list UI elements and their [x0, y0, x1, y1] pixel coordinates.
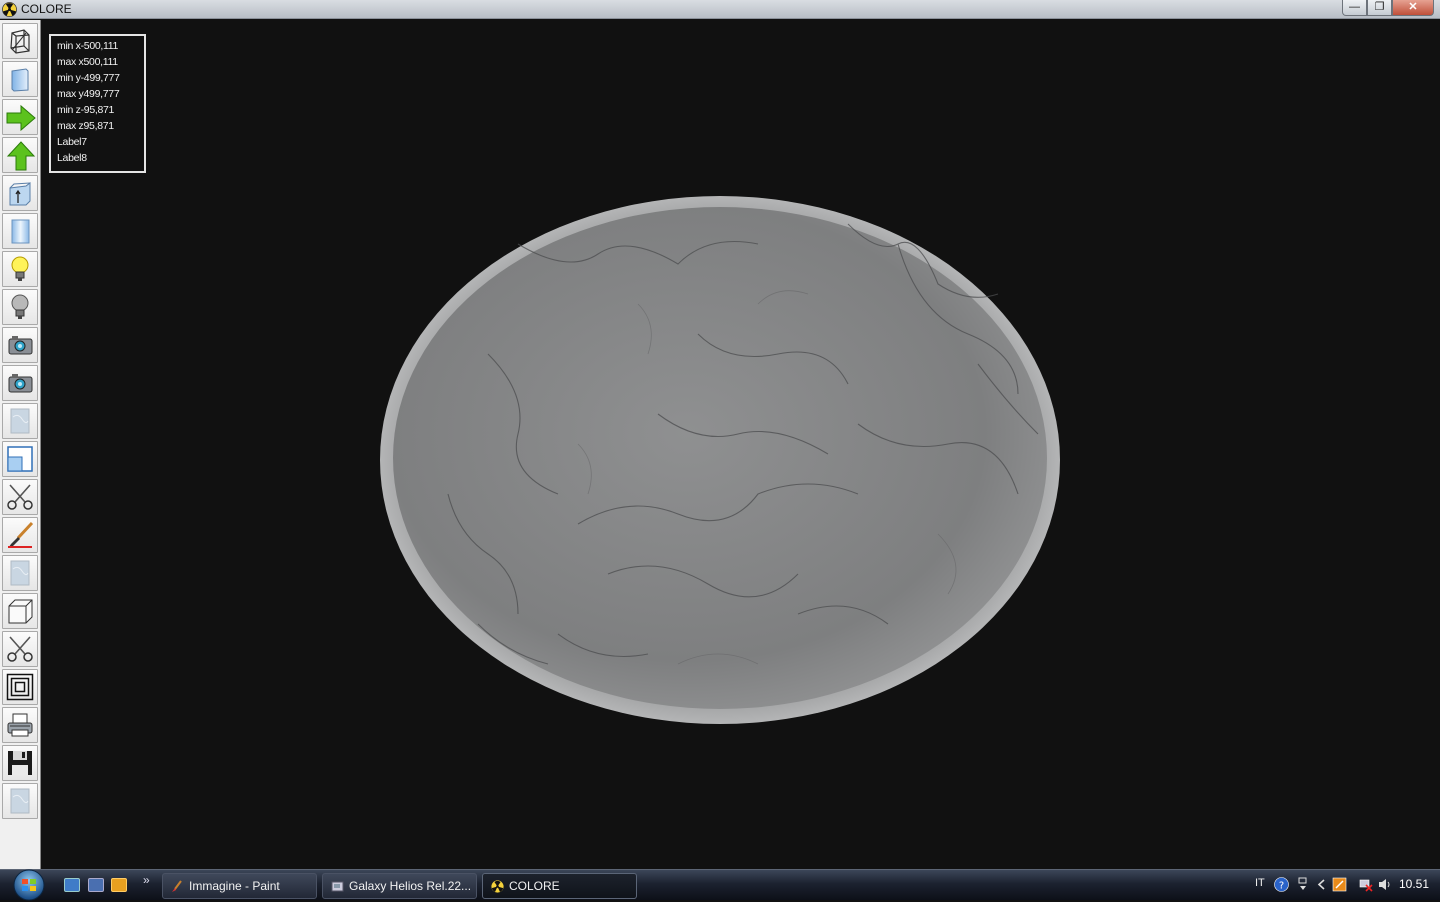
scissors-icon[interactable]: [2, 479, 38, 515]
task-label: Immagine - Paint: [189, 879, 280, 893]
clock[interactable]: 10.51: [1399, 877, 1429, 891]
title-bar: COLORE — ❐ ✕: [0, 0, 1440, 19]
close-button[interactable]: ✕: [1392, 0, 1434, 16]
green-arrow-right-icon[interactable]: [2, 99, 38, 135]
minimize-button[interactable]: —: [1342, 0, 1367, 16]
language-indicator[interactable]: IT: [1255, 877, 1265, 889]
max-z-label: max z95,871: [57, 120, 114, 132]
task-label: Galaxy Helios Rel.22...: [349, 879, 472, 893]
wireframe-box-icon[interactable]: [2, 23, 38, 59]
min-y-label: min y-499,777: [57, 72, 120, 84]
texture-disabled-icon[interactable]: [2, 783, 38, 819]
texture-disabled-icon[interactable]: [2, 403, 38, 439]
network-icon[interactable]: [1296, 877, 1311, 892]
show-desktop-icon[interactable]: [64, 878, 80, 892]
switch-windows-icon[interactable]: [88, 878, 104, 892]
media-player-icon[interactable]: [111, 878, 127, 892]
min-x-label: min x-500,111: [57, 40, 119, 52]
paint-app-icon: [172, 880, 182, 892]
network-disconnected-icon[interactable]: [1358, 877, 1373, 892]
galaxy-app-icon: [331, 881, 344, 892]
solid-panel-icon[interactable]: [2, 61, 38, 97]
chevron-left-icon[interactable]: [1314, 877, 1329, 892]
security-alert-icon[interactable]: [1332, 877, 1347, 892]
volume-icon[interactable]: [1377, 877, 1392, 892]
floppy-disk-icon[interactable]: [2, 745, 38, 781]
svg-text:?: ?: [1279, 881, 1284, 892]
label8: Label8: [57, 152, 87, 164]
marble-plate-model: [380, 196, 1060, 724]
task-label: COLORE: [509, 879, 560, 893]
label7: Label7: [57, 136, 87, 148]
max-y-label: max y499,777: [57, 88, 120, 100]
min-z-label: min z-95,871: [57, 104, 115, 116]
start-button-icon[interactable]: [8, 869, 50, 902]
window-title: COLORE: [21, 2, 72, 16]
concentric-squares-icon[interactable]: [2, 669, 38, 705]
3d-viewport[interactable]: min x-500,111 max x500,111 min y-499,777…: [42, 20, 1440, 869]
taskbar: » Immagine - Paint Galaxy Helios Rel.22.…: [0, 869, 1440, 902]
bounds-info-panel: min x-500,111 max x500,111 min y-499,777…: [49, 34, 146, 173]
task-galaxy-helios[interactable]: Galaxy Helios Rel.22...: [322, 873, 477, 899]
camera-icon[interactable]: [2, 365, 38, 401]
cube-icon[interactable]: [2, 593, 38, 629]
window-controls: — ❐ ✕: [1342, 0, 1434, 16]
cylinder-icon[interactable]: [2, 213, 38, 249]
task-paint[interactable]: Immagine - Paint: [162, 873, 317, 899]
scissors-icon[interactable]: [2, 631, 38, 667]
radiation-app-icon: [2, 2, 17, 17]
tool-sidebar: [0, 20, 41, 869]
green-arrow-up-icon[interactable]: [2, 137, 38, 173]
window-split-icon[interactable]: [2, 441, 38, 477]
printer-icon[interactable]: [2, 707, 38, 743]
max-x-label: max x500,111: [57, 56, 118, 68]
quick-launch-more-button[interactable]: »: [143, 873, 150, 887]
texture-disabled-icon[interactable]: [2, 555, 38, 591]
light-bulb-off-icon[interactable]: [2, 289, 38, 325]
extrude-box-icon[interactable]: [2, 175, 38, 211]
camera-icon[interactable]: [2, 327, 38, 363]
help-icon[interactable]: ?: [1274, 877, 1289, 892]
task-colore[interactable]: COLORE: [482, 873, 637, 899]
paint-brush-icon[interactable]: [2, 517, 38, 553]
restore-button[interactable]: ❐: [1367, 0, 1392, 16]
radiation-app-icon: [491, 880, 504, 893]
light-bulb-on-icon[interactable]: [2, 251, 38, 287]
